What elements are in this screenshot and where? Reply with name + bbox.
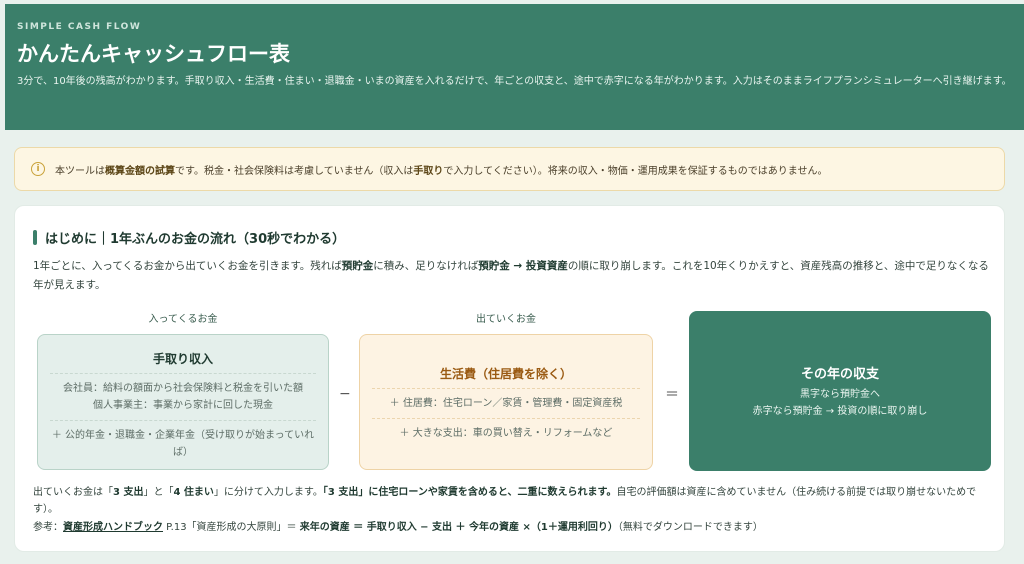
minus-operator: −: [339, 386, 351, 402]
notice-text-mid: です。税金・社会保険料は考慮していません（収入は: [175, 165, 414, 177]
income-line-selfemployed: 個人事業主：事業から家計に回した現金: [93, 400, 273, 411]
expense-box: 生活費（住居費を除く） ＋ 住居費：住宅ローン／家賃・管理費・固定資産税 ＋ 大…: [359, 334, 653, 470]
footer-fb1: 3 支出: [113, 487, 144, 498]
footer-notes: 出ていくお金は「3 支出」と「4 住まい」に分けて入力します。「3 支出」に住宅…: [33, 484, 993, 536]
income-line-employee: 会社員：給料の額面から社会保険料と税金を引いた額: [63, 383, 303, 394]
expense-title: 生活費（住居費を除く）: [439, 367, 572, 381]
footer-f3: 」に分けて入力します。: [213, 487, 323, 498]
result-line-surplus: 黒字なら預貯金へ: [800, 389, 880, 400]
intro-p1: 1年ごとに、入ってくるお金から出ていくお金を引きます。残れば: [33, 260, 342, 272]
income-box: 手取り収入 会社員：給料の額面から社会保険料と税金を引いた額 個人事業主：事業か…: [37, 334, 329, 470]
page-title: かんたんキャッシュフロー表: [17, 42, 290, 66]
reference-mid: P.13「資産形成の大原則」＝: [163, 522, 300, 533]
notice-bold-net: 手取り: [413, 165, 444, 177]
footer-note: 出ていくお金は「3 支出」と「4 住まい」に分けて入力します。「3 支出」に住宅…: [33, 484, 993, 518]
notice-text: 本ツールは概算金額の試算です。税金・社会保険料は考慮していません（収入は手取りで…: [55, 162, 828, 177]
handbook-link[interactable]: 資産形成ハンドブック: [63, 522, 163, 533]
result-title: その年の収支: [800, 367, 879, 382]
income-line-pension: ＋ 公的年金・退職金・企業年金（受け取りが始まっていれば）: [51, 430, 315, 458]
section-title-text: はじめに｜1年ぶんのお金の流れ（30秒でわかる）: [45, 232, 346, 247]
footer-fb2: 4 住まい: [173, 487, 214, 498]
expense-line-large: ＋ 大きな支出：車の買い替え・リフォームなど: [399, 428, 613, 439]
intro-card: はじめに｜1年ぶんのお金の流れ（30秒でわかる） 1年ごとに、入ってくるお金から…: [14, 205, 1005, 552]
disclaimer-notice: i 本ツールは概算金額の試算です。税金・社会保険料は考慮していません（収入は手取…: [14, 147, 1005, 191]
income-column-label: 入ってくるお金: [148, 314, 218, 325]
reference-formula: 来年の資産 ＝ 手取り収入 − 支出 ＋ 今年の資産 ×（1＋運用利回り）: [299, 522, 618, 533]
section-accent-bar: [33, 230, 37, 245]
income-title: 手取り収入: [152, 352, 213, 366]
intro-p2: に積み、足りなければ: [373, 260, 479, 272]
header: SIMPLE CASH FLOW かんたんキャッシュフロー表 3分で、10年後の…: [5, 4, 1024, 130]
footer-f1: 出ていくお金は「: [33, 487, 113, 498]
intro-b2: 預貯金 → 投資資産: [478, 260, 568, 272]
section-title: はじめに｜1年ぶんのお金の流れ（30秒でわかる）: [33, 228, 986, 247]
page-lead: 3分で、10年後の残高がわかります。手取り収入・生活費・住まい・退職金・いまの資…: [17, 76, 1012, 87]
info-icon: i: [31, 162, 45, 176]
expense-line-housing: ＋ 住居費：住宅ローン／家賃・管理費・固定資産税: [389, 398, 623, 409]
cashflow-diagram: 入ってくるお金 出ていくお金 手取り収入 会社員：給料の額面から社会保険料と税金…: [33, 306, 993, 476]
divider: [372, 388, 640, 389]
intro-text: 1年ごとに、入ってくるお金から出ていくお金を引きます。残れば預貯金に積み、足りな…: [33, 257, 993, 295]
reference-prefix: 参考：: [33, 522, 63, 533]
notice-text-post: で入力してください）。将来の収入・物価・運用成果を保証するものではありません。: [443, 165, 828, 177]
footer-fb3: 「3 支出」に住宅ローンや家賃を含めると、二重に数えられます。: [322, 487, 617, 498]
result-box: その年の収支 黒字なら預貯金へ 赤字なら預貯金 → 投資の順に取り崩し: [689, 311, 991, 471]
notice-text-pre: 本ツールは: [55, 165, 105, 177]
result-line-deficit: 赤字なら預貯金 → 投資の順に取り崩し: [752, 406, 928, 417]
equals-operator: ＝: [665, 387, 679, 403]
divider: [50, 420, 316, 421]
reference-note: 参考：資産形成ハンドブック P.13「資産形成の大原則」＝ 来年の資産 ＝ 手取…: [33, 519, 993, 536]
footer-f2: 」と「: [143, 487, 174, 498]
expense-column-label: 出ていくお金: [476, 314, 536, 325]
divider: [372, 418, 640, 419]
intro-b1: 預貯金: [341, 260, 374, 272]
reference-post: （無料でダウンロードできます）: [617, 522, 763, 533]
notice-bold-estimate: 概算金額の試算: [105, 165, 175, 177]
eyebrow: SIMPLE CASH FLOW: [17, 22, 142, 32]
divider: [50, 373, 316, 374]
